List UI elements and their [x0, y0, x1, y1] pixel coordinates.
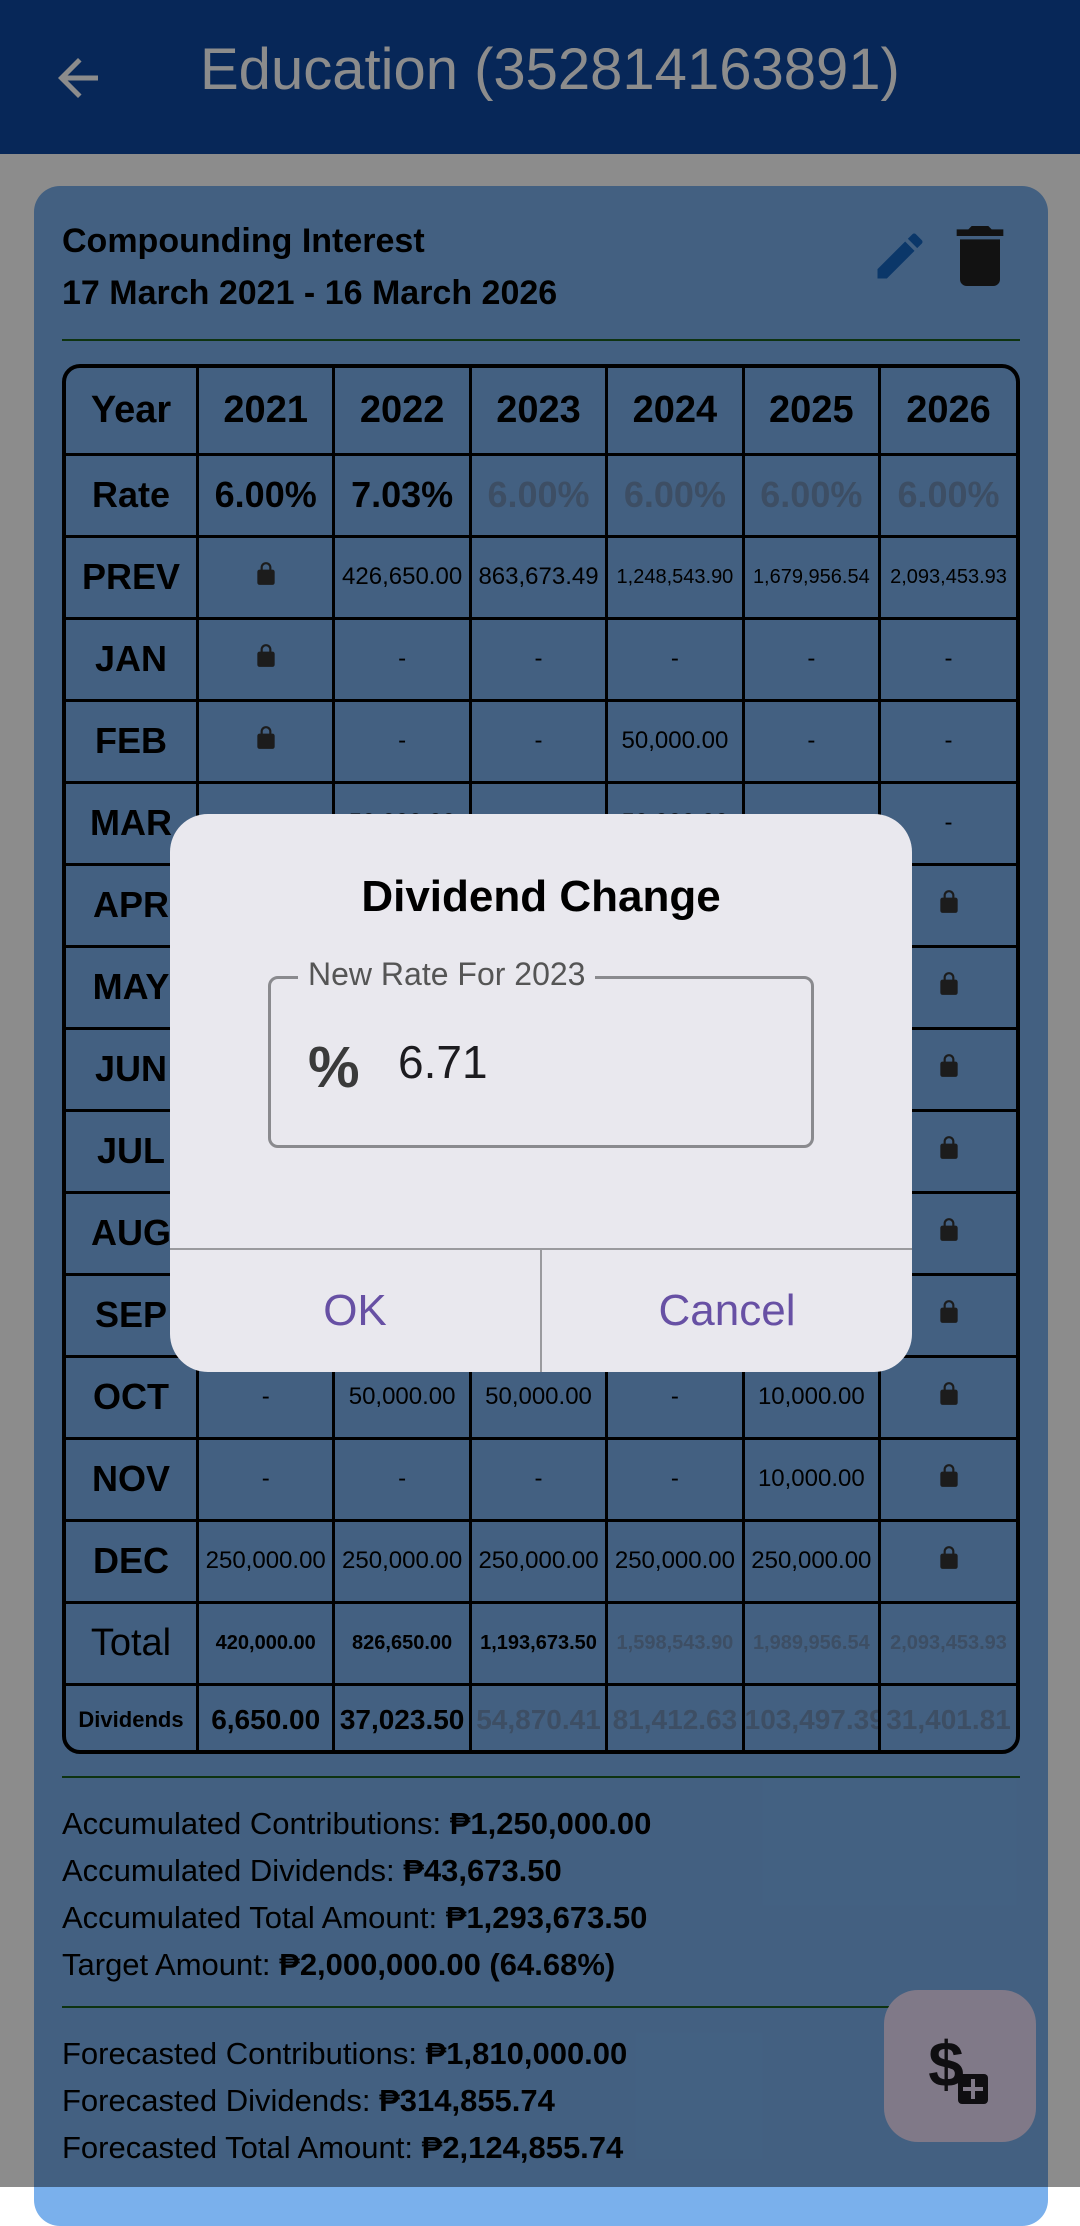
- cancel-button[interactable]: Cancel: [542, 1250, 912, 1372]
- rate-field-label: New Rate For 2023: [298, 956, 596, 993]
- rate-input[interactable]: [398, 1032, 758, 1092]
- percent-icon: %: [308, 1035, 360, 1100]
- dialog-title: Dividend Change: [361, 872, 721, 921]
- ok-button[interactable]: OK: [170, 1250, 540, 1372]
- dividend-change-dialog: Dividend Change New Rate For 2023 % OK C…: [170, 814, 912, 1372]
